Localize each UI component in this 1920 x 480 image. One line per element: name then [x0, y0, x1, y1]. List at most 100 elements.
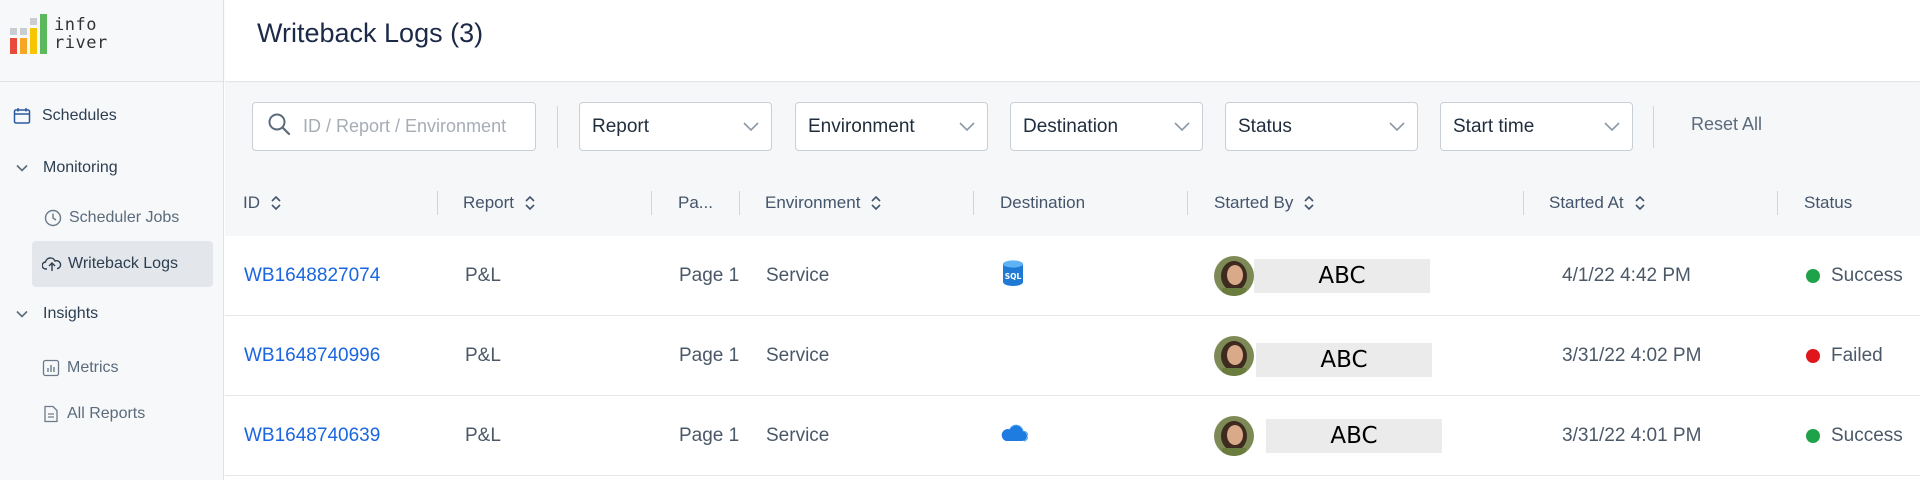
started-by-name: ABC	[1266, 419, 1442, 453]
environment-dropdown[interactable]: Environment	[795, 102, 988, 151]
column-header-destination[interactable]: Destination	[1000, 170, 1085, 236]
destination-dropdown-label: Destination	[1023, 115, 1119, 137]
logo-text: info river	[54, 16, 108, 52]
row-destination: SQL	[1002, 236, 1024, 316]
clock-icon	[43, 208, 63, 228]
chevron-down-icon	[1604, 116, 1620, 138]
reset-all-button[interactable]: Reset All	[1691, 114, 1762, 135]
column-header-started-by[interactable]: Started By	[1214, 170, 1315, 236]
row-report: P&L	[465, 265, 501, 286]
calendar-icon	[12, 106, 32, 126]
row-started-by: ABC	[1214, 316, 1432, 396]
column-header-id[interactable]: ID	[243, 170, 282, 236]
sidebar-item-label: Writeback Logs	[68, 255, 178, 272]
chevron-down-icon	[12, 158, 32, 178]
status-label: Success	[1831, 265, 1903, 286]
sidebar-item-metrics[interactable]: Metrics	[41, 358, 119, 378]
cloud-upload-icon	[42, 254, 62, 274]
column-header-page[interactable]: Pa...	[678, 170, 713, 236]
column-divider	[739, 191, 740, 215]
bar-chart-icon	[41, 358, 61, 378]
environment-dropdown-label: Environment	[808, 115, 915, 137]
row-started-at: 3/31/22 4:02 PM	[1562, 345, 1702, 366]
logo-bars-icon	[10, 14, 50, 54]
row-status: Failed	[1806, 316, 1883, 396]
column-divider	[1523, 191, 1524, 215]
row-started-by: ABC	[1214, 236, 1430, 316]
row-report: P&L	[465, 425, 501, 446]
sidebar-item-label: Insights	[43, 305, 99, 322]
page-title: Writeback Logs (3)	[257, 18, 484, 48]
row-started-at: 4/1/22 4:42 PM	[1562, 265, 1691, 286]
logo-line-2: river	[54, 33, 108, 53]
logo-line-1: info	[54, 15, 97, 35]
started-by-name: ABC	[1254, 259, 1430, 293]
avatar	[1214, 416, 1254, 456]
row-id-link[interactable]: WB1648827074	[244, 236, 380, 316]
table-row[interactable]: WB1648827074 P&L Page 1 Service SQL ABC …	[225, 236, 1920, 316]
column-header-environment[interactable]: Environment	[765, 170, 882, 236]
status-failed-dot-icon	[1806, 349, 1820, 363]
chevron-down-icon	[959, 116, 975, 138]
sidebar-item-all-reports[interactable]: All Reports	[41, 404, 145, 424]
sidebar-item-insights[interactable]: Insights	[12, 304, 98, 324]
column-label: Pa...	[678, 193, 713, 212]
status-label: Success	[1831, 425, 1903, 446]
row-page: Page 1	[679, 425, 740, 446]
svg-text:SQL: SQL	[1005, 272, 1022, 281]
row-environment: Service	[766, 345, 830, 366]
table-row[interactable]: WB1648740996 P&L Page 1 Service ABC 3/31…	[225, 316, 1920, 396]
column-header-started-at[interactable]: Started At	[1549, 170, 1646, 236]
app-logo[interactable]: info river	[10, 14, 108, 54]
row-status: Success	[1806, 236, 1903, 316]
report-dropdown[interactable]: Report	[579, 102, 772, 151]
sidebar-item-writeback-logs[interactable]: Writeback Logs	[32, 241, 213, 287]
column-divider	[1187, 191, 1188, 215]
onedrive-cloud-icon	[1000, 424, 1029, 448]
sidebar-item-monitoring[interactable]: Monitoring	[12, 158, 118, 178]
row-id-link[interactable]: WB1648740996	[244, 316, 380, 396]
sort-icon	[1303, 195, 1315, 211]
row-page: Page 1	[679, 265, 740, 286]
column-label: Environment	[765, 193, 861, 212]
table-header: ID Report Pa... Environment Destination …	[225, 170, 1920, 236]
column-header-status[interactable]: Status	[1804, 170, 1852, 236]
sidebar-item-label: Monitoring	[43, 159, 118, 176]
sort-icon	[1634, 195, 1646, 211]
column-header-report[interactable]: Report	[463, 170, 536, 236]
destination-dropdown[interactable]: Destination	[1010, 102, 1203, 151]
start-time-dropdown[interactable]: Start time	[1440, 102, 1633, 151]
row-environment: Service	[766, 265, 830, 286]
sidebar: info river Schedules Monitoring Schedule…	[0, 0, 224, 480]
sort-icon	[524, 195, 536, 211]
column-divider	[1777, 191, 1778, 215]
status-success-dot-icon	[1806, 269, 1820, 283]
sidebar-item-label: Scheduler Jobs	[69, 209, 180, 226]
sidebar-item-schedules[interactable]: Schedules	[12, 106, 117, 126]
chevron-down-icon	[12, 304, 32, 324]
chevron-down-icon	[743, 116, 759, 138]
sort-icon	[870, 195, 882, 211]
row-id-link[interactable]: WB1648740639	[244, 396, 380, 476]
search-icon	[267, 112, 291, 141]
row-started-at: 3/31/22 4:01 PM	[1562, 425, 1702, 446]
filter-bar: Report Environment Destination Status St…	[225, 84, 1920, 170]
sql-database-icon: SQL	[1002, 260, 1024, 292]
column-label: Report	[463, 193, 515, 212]
chevron-down-icon	[1174, 116, 1190, 138]
start-time-dropdown-label: Start time	[1453, 115, 1535, 137]
started-by-name: ABC	[1256, 343, 1432, 377]
report-dropdown-label: Report	[592, 115, 650, 137]
sidebar-item-scheduler-jobs[interactable]: Scheduler Jobs	[43, 208, 179, 228]
search-box[interactable]	[252, 102, 536, 151]
column-divider	[437, 191, 438, 215]
row-page: Page 1	[679, 345, 740, 366]
filter-divider	[557, 106, 558, 148]
status-dropdown[interactable]: Status	[1225, 102, 1418, 151]
avatar	[1214, 336, 1254, 376]
column-label: ID	[243, 193, 260, 212]
column-label: Destination	[1000, 193, 1086, 212]
sidebar-item-label: All Reports	[67, 405, 146, 422]
table-row[interactable]: WB1648740639 P&L Page 1 Service ABC 3/31…	[225, 396, 1920, 476]
search-input[interactable]	[303, 116, 523, 137]
